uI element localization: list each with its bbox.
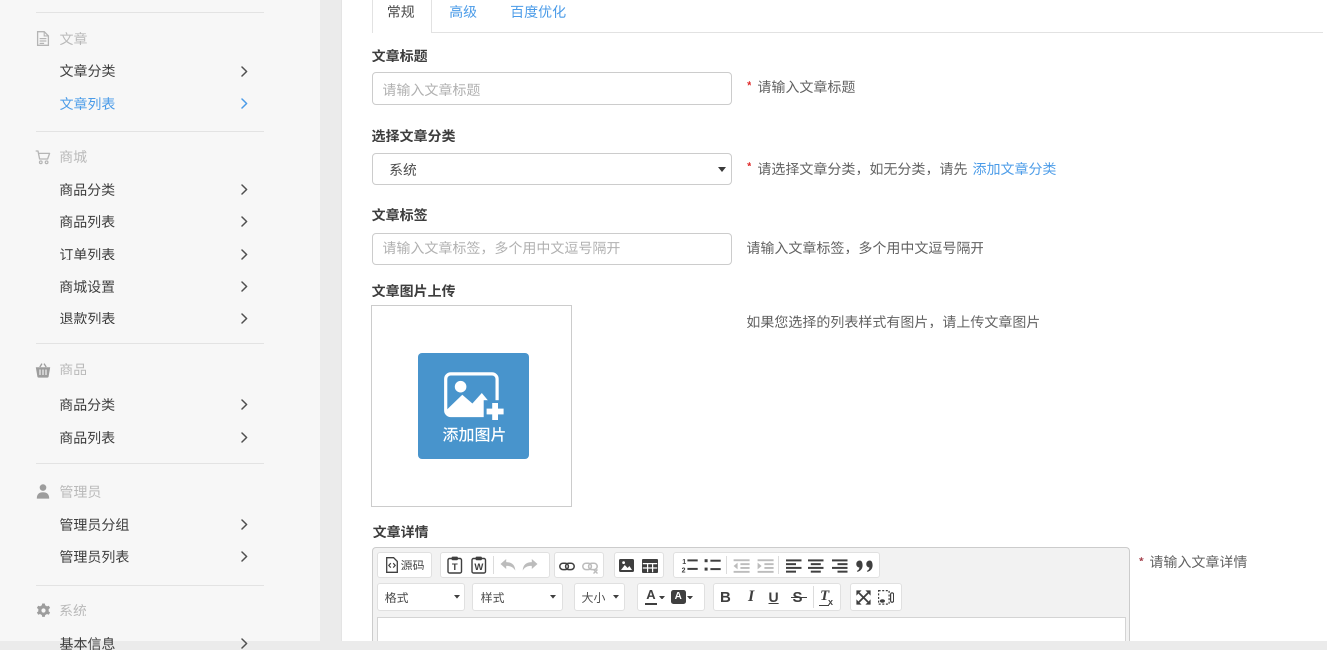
svg-text:T: T xyxy=(452,562,458,573)
svg-text:1: 1 xyxy=(682,559,686,566)
svg-text:W: W xyxy=(474,562,483,573)
svg-text:2: 2 xyxy=(681,567,685,572)
